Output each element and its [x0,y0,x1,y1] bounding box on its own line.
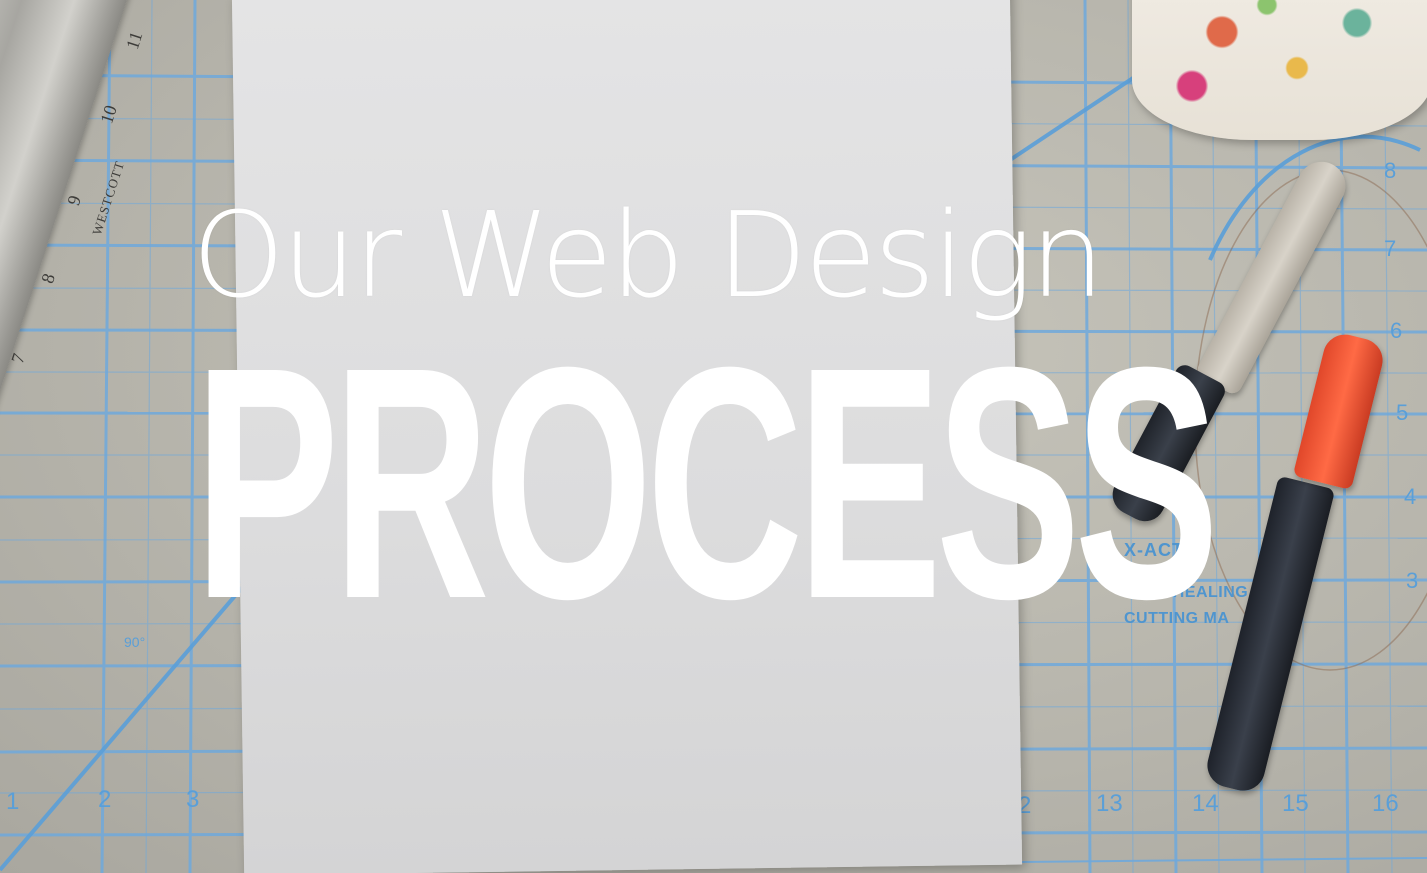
mat-number-bottom-15: 15 [1282,790,1309,817]
mat-number-right-5: 5 [1396,400,1409,425]
mat-number-bottom-13: 13 [1096,790,1123,817]
mat-number-right-4: 4 [1404,484,1417,509]
mat-number-bottom-3: 3 [186,786,200,813]
mat-number-right-3: 3 [1406,568,1419,593]
title-heading-line1: Our Web Design [192,186,1105,324]
mat-number-bottom-2: 2 [98,786,112,813]
mat-angle-label: 90° [124,634,146,650]
mat-number-right-7: 7 [1384,236,1397,261]
mat-number-bottom-16: 16 [1372,790,1399,817]
mat-number-right-8: 8 [1384,158,1397,183]
title-heading-line2: PROCESS [194,298,1219,667]
mat-number-bottom-14: 14 [1192,790,1219,817]
mat-number-right-6: 6 [1390,318,1403,343]
mat-number-bottom-1: 1 [6,788,20,815]
patterned-cup [1132,0,1427,140]
photo-scene: 10 9 8 7 9 8 7 6 5 4 3 1 2 3 2 13 14 15 … [0,0,1427,873]
